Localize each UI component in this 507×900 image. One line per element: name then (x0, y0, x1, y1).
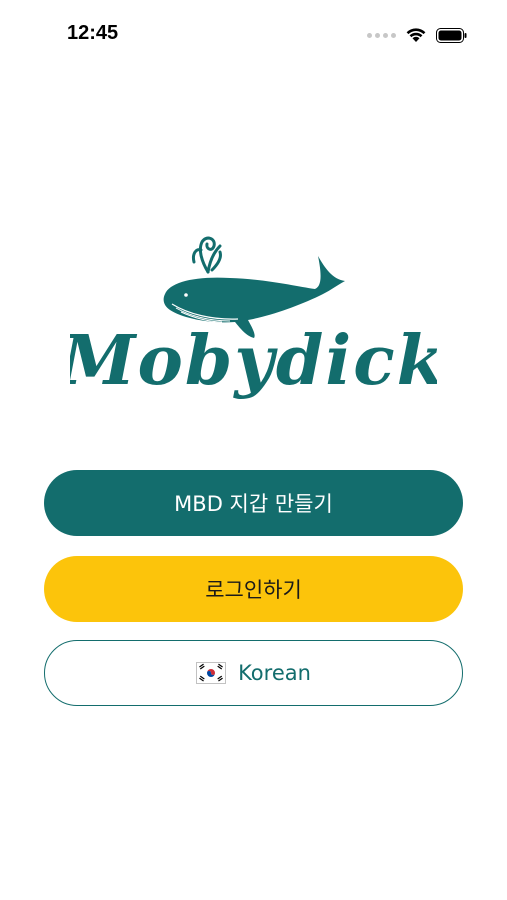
login-label: 로그인하기 (205, 578, 302, 602)
logo-wordmark: Mobydick (70, 321, 437, 401)
whale-spout (192, 236, 222, 274)
south-korea-flag-icon (196, 662, 226, 684)
battery-icon (436, 27, 467, 43)
login-button[interactable]: 로그인하기 (44, 556, 463, 622)
mobydick-logo: Mobydick (70, 236, 437, 401)
create-wallet-label: MBD 지갑 만들기 (174, 492, 333, 516)
status-icons (367, 25, 467, 45)
status-time: 12:45 (67, 22, 119, 44)
status-bar: 12:45 (0, 0, 507, 70)
language-select-button[interactable]: Korean (44, 640, 463, 706)
cellular-signal-icon (367, 32, 396, 38)
create-wallet-button[interactable]: MBD 지갑 만들기 (44, 470, 463, 536)
wifi-icon (406, 28, 426, 42)
language-label: Korean (238, 661, 311, 685)
